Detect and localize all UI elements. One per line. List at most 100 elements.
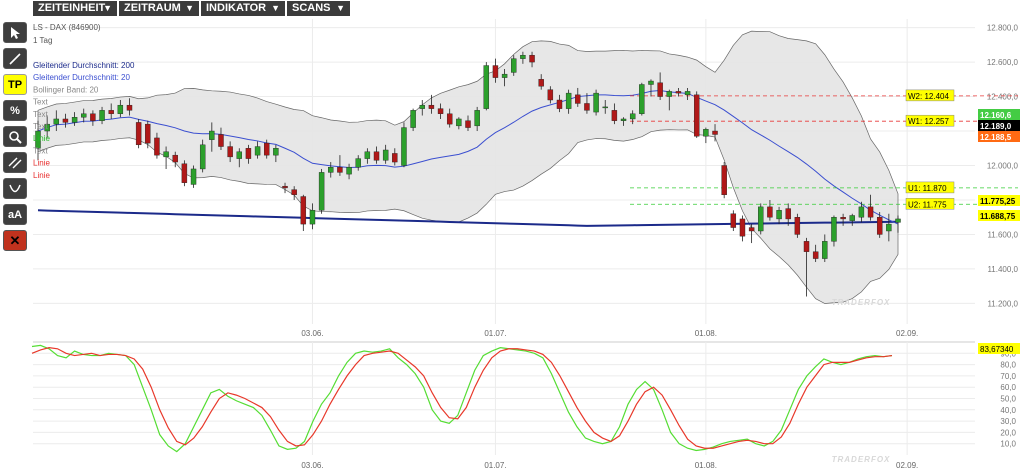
candle-body	[181, 163, 188, 183]
stochastic-d-line	[31, 347, 893, 449]
candle-body	[117, 104, 124, 114]
osc-y-tick-label: 50,0	[1000, 395, 1016, 404]
candle-body	[694, 94, 700, 137]
candle-body	[785, 208, 791, 220]
osc-tag: 83,67340	[980, 345, 1014, 354]
y-tick-label: 12.400,0	[987, 93, 1019, 102]
candle-body	[575, 94, 581, 104]
candle-body	[812, 251, 819, 259]
candle-body	[364, 151, 371, 159]
osc-x-tick-label: 01.08.	[695, 461, 717, 470]
candle-body	[71, 117, 78, 123]
candle-body	[474, 110, 480, 127]
y-tick-label: 12.800,0	[987, 24, 1019, 33]
candle-body	[794, 217, 801, 235]
candle-body	[556, 99, 563, 109]
price-tag: 12.188,5	[980, 133, 1012, 142]
candle-body	[776, 210, 782, 220]
candle-body	[602, 106, 608, 109]
candle-body	[90, 113, 96, 121]
candle-body	[337, 167, 343, 173]
candle-body	[62, 118, 69, 123]
watermark-logo: TRADERFOX	[832, 455, 891, 464]
y-tick-label: 11.200,0	[987, 299, 1018, 308]
y-tick-label: 11.600,0	[987, 230, 1018, 239]
candle-body	[867, 206, 874, 218]
candle-body	[410, 110, 416, 128]
candle-body	[648, 80, 654, 85]
candle-body	[748, 227, 755, 232]
level-tag: U1: 11.870	[908, 184, 947, 193]
candle-body	[428, 104, 435, 109]
candle-body	[611, 110, 618, 121]
candle-body	[126, 104, 133, 111]
candle-body	[822, 241, 828, 259]
price-tag: 11.775,25	[980, 197, 1016, 206]
x-tick-label: 01.08.	[695, 329, 717, 338]
legend-item: Linie	[33, 134, 50, 143]
candle-body	[593, 92, 599, 113]
candle-body	[163, 151, 169, 158]
candle-body	[666, 91, 672, 97]
candle-body	[245, 148, 252, 159]
x-tick-label: 03.06.	[301, 329, 323, 338]
candle-body	[858, 206, 865, 218]
candle-body	[135, 122, 142, 146]
bollinger-band	[37, 30, 899, 304]
candle-body	[282, 185, 288, 189]
candle-body	[190, 168, 197, 185]
candle-body	[328, 167, 334, 173]
candle-body	[639, 84, 645, 114]
candle-body	[712, 130, 718, 135]
candle-body	[620, 118, 627, 121]
legend-item: Gleitender Durchschnitt: 200	[33, 61, 135, 70]
candle-body	[218, 134, 224, 147]
candle-body	[721, 165, 727, 195]
candle-body	[849, 215, 855, 221]
candle-body	[373, 151, 380, 161]
candle-body	[392, 153, 398, 163]
candle-body	[657, 82, 663, 97]
candle-body	[803, 241, 810, 252]
candle-body	[346, 167, 352, 175]
level-tag: W2: 12.404	[908, 92, 949, 101]
candle-body	[465, 120, 471, 128]
candle-body	[401, 127, 407, 166]
candle-body	[895, 218, 901, 223]
chart-area[interactable]: 11.200,011.400,011.600,011.800,012.000,0…	[0, 0, 1024, 473]
osc-y-tick-label: 10,0	[1000, 440, 1016, 449]
candle-body	[492, 65, 499, 78]
candle-body	[53, 118, 60, 125]
candle-body	[501, 73, 508, 78]
candle-body	[511, 58, 517, 73]
candle-body	[81, 113, 87, 118]
candle-body	[703, 129, 709, 137]
watermark-logo: TRADERFOX	[832, 298, 891, 307]
candle-body	[675, 91, 682, 94]
candle-body	[886, 223, 892, 232]
candle-body	[355, 158, 361, 168]
candle-body	[529, 54, 535, 63]
candle-body	[99, 110, 105, 121]
osc-y-tick-label: 70,0	[1000, 372, 1016, 381]
legend-item: Text	[33, 146, 48, 155]
candle-body	[382, 149, 389, 161]
candle-body	[199, 144, 206, 170]
y-tick-label: 12.000,0	[987, 162, 1019, 171]
candle-body	[730, 213, 737, 228]
candle-body	[876, 217, 883, 235]
legend-item: Gleitender Durchschnitt: 20	[33, 73, 130, 82]
osc-y-tick-label: 20,0	[1000, 428, 1016, 437]
candle-body	[437, 108, 444, 114]
price-panel: 11.200,011.400,011.600,011.800,012.000,0…	[33, 19, 1020, 338]
osc-y-tick-label: 40,0	[1000, 406, 1016, 415]
candle-body	[273, 148, 279, 156]
candle-body	[254, 146, 261, 156]
x-tick-label: 02.09.	[896, 329, 918, 338]
candle-body	[309, 210, 316, 225]
legend-item: Linie	[33, 159, 50, 168]
candle-body	[739, 218, 746, 237]
legend-item: Linie	[33, 171, 50, 180]
legend-item: Text	[33, 110, 48, 119]
y-tick-label: 12.600,0	[987, 58, 1019, 67]
